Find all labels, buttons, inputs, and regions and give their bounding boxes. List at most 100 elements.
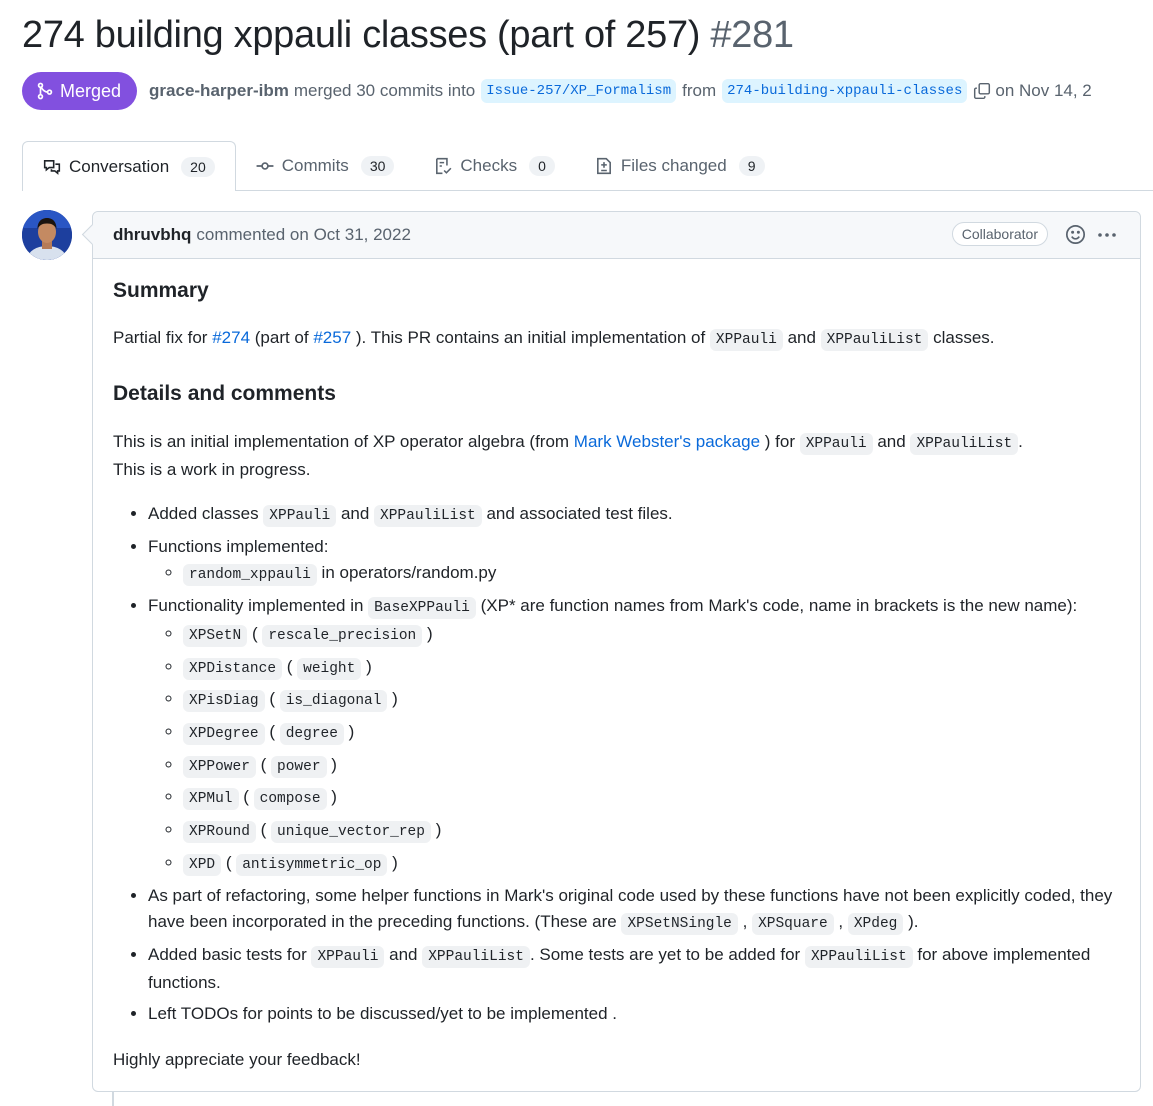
- avatar-image: [22, 210, 72, 260]
- git-commit-icon: [256, 162, 274, 170]
- text: ,: [833, 911, 848, 931]
- comment-timestamp[interactable]: commented on Oct 31, 2022: [196, 225, 411, 245]
- code-xp-name: XPisDiag: [183, 690, 265, 713]
- mapping-item: XPRound ( unique_vector_rep ): [183, 817, 1120, 845]
- merged-state-badge: Merged: [22, 72, 138, 110]
- comment-author-link[interactable]: dhruvbhq: [113, 225, 191, 245]
- code-xppaulilist: XPPauliList: [820, 329, 929, 351]
- code-xppaulilist: XPPauliList: [374, 505, 482, 527]
- tab-files-changed[interactable]: Files changed 9: [575, 142, 785, 190]
- code-xppaulilist: XPPauliList: [804, 945, 913, 968]
- avatar[interactable]: [22, 210, 72, 260]
- timeline-connector: [112, 1092, 114, 1106]
- comment-header: dhruvbhq commented on Oct 31, 2022 Colla…: [93, 212, 1140, 259]
- comment-discussion-icon: [43, 159, 61, 175]
- code-xpdeg: XPdeg: [847, 912, 904, 935]
- code-xppaulilist: XPPauliList: [422, 945, 530, 968]
- details-heading: Details and comments: [113, 382, 336, 405]
- tab-label: Commits: [281, 156, 349, 175]
- list-item: As part of refactoring, some helper func…: [148, 883, 1120, 937]
- file-diff-icon: [596, 157, 611, 175]
- text: and: [336, 504, 375, 523]
- summary-heading: Summary: [113, 279, 209, 302]
- text: and: [384, 944, 423, 964]
- tab-counter: 9: [738, 156, 765, 176]
- text: This is an initial implementation of XP …: [113, 432, 574, 451]
- kebab-horizontal-icon[interactable]: [1096, 224, 1118, 246]
- tab-conversation[interactable]: Conversation 20: [22, 141, 236, 191]
- text: ). This PR contains an initial implement…: [351, 328, 710, 347]
- list-item: Left TODOs for points to be discussed/ye…: [148, 1001, 1120, 1027]
- comment-box: dhruvbhq commented on Oct 31, 2022 Colla…: [92, 211, 1141, 1092]
- summary-paragraph: Partial fix for #274 (part of #257 ). Th…: [113, 325, 1120, 353]
- code-new-name: weight: [297, 657, 362, 680]
- code-xp-name: XPSetN: [183, 625, 248, 647]
- mapping-item: XPDistance ( weight ): [183, 654, 1120, 682]
- text: in operators/random.py: [316, 563, 497, 582]
- tab-label: Checks: [460, 156, 518, 175]
- text: (part of: [250, 328, 314, 347]
- smiley-icon[interactable]: [1065, 224, 1086, 245]
- code-new-name: is_diagonal: [279, 690, 388, 713]
- details-paragraph: This is an initial implementation of XP …: [113, 429, 1120, 483]
- code-xp-name: XPPower: [183, 755, 256, 778]
- text: Functionality implemented in: [148, 596, 369, 615]
- list-item: Functions implemented: random_xppauli in…: [148, 534, 1120, 588]
- text: (XP* are function names from Mark's code…: [475, 596, 1078, 615]
- copy-icon[interactable]: [973, 82, 991, 100]
- tab-checks[interactable]: Checks 0: [414, 142, 574, 190]
- base-branch-link[interactable]: Issue-257/XP_Formalism: [481, 79, 677, 103]
- code-new-name: unique_vector_rep: [271, 821, 431, 844]
- issue-link-274[interactable]: #274: [212, 328, 250, 347]
- text: Partial fix for: [113, 328, 213, 347]
- mapping-item: XPMul ( compose ): [183, 784, 1120, 812]
- code-new-name: compose: [253, 788, 327, 811]
- head-branch-link[interactable]: 274-building-xppauli-classes: [722, 79, 968, 103]
- code-xp-name: XPMul: [183, 788, 239, 811]
- code-new-name: rescale_precision: [262, 625, 423, 647]
- from-text: from: [682, 81, 717, 100]
- function-mapping-list: XPSetN ( rescale_precision ) XPDistance …: [148, 621, 1120, 878]
- tab-counter: 0: [529, 156, 555, 176]
- code-xppauli: XPPauli: [709, 329, 783, 351]
- code-xppaulilist: XPPauliList: [910, 433, 1019, 455]
- mapping-item: XPDegree ( degree ): [183, 719, 1120, 747]
- code-xpsquare: XPSquare: [752, 912, 834, 935]
- code-xp-name: XPDegree: [183, 723, 265, 746]
- mark-webster-package-link[interactable]: Mark Webster's package: [574, 432, 760, 451]
- text: Left TODOs for points to be discussed/ye…: [148, 1003, 618, 1023]
- sub-list: random_xppauli in operators/random.py: [148, 560, 1120, 588]
- text: Added basic tests for: [148, 944, 312, 964]
- mapping-item: XPisDiag ( is_diagonal ): [183, 686, 1120, 714]
- collaborator-badge: Collaborator: [951, 222, 1048, 246]
- tab-counter: 20: [181, 156, 215, 177]
- pr-title: 274 building xppauli classes (part of 25…: [22, 14, 794, 57]
- text: and: [782, 328, 821, 347]
- mapping-item: XPD ( antisymmetric_op ): [183, 850, 1120, 878]
- tab-commits[interactable]: Commits 30: [236, 142, 415, 190]
- text: . Some tests are yet to be added for: [529, 944, 805, 964]
- text: .: [1018, 432, 1023, 451]
- checklist-icon: [436, 157, 452, 175]
- changes-list: Added classes XPPauli and XPPauliList an…: [113, 501, 1120, 1032]
- issue-link-257[interactable]: #257: [313, 328, 351, 347]
- code-xppauli: XPPauli: [311, 945, 385, 968]
- text: classes.: [928, 328, 995, 347]
- code-xp-name: XPD: [183, 853, 222, 876]
- code-xppauli: XPPauli: [263, 505, 337, 527]
- mapping-item: XPPower ( power ): [183, 752, 1120, 780]
- list-item: Functionality implemented in BaseXPPauli…: [148, 593, 1120, 878]
- code-new-name: degree: [279, 723, 344, 746]
- text: and: [872, 432, 911, 451]
- text: ,: [737, 911, 753, 931]
- code-xpsetnsingle: XPSetNSingle: [621, 912, 738, 935]
- closing-paragraph: Highly appreciate your feedback!: [113, 1050, 361, 1069]
- pr-number: #281: [710, 14, 794, 56]
- list-item: Added basic tests for XPPauli and XPPaul…: [148, 942, 1120, 996]
- git-merge-icon: [37, 82, 53, 100]
- pr-author-link[interactable]: grace-harper-ibm: [149, 81, 289, 101]
- code-random-xppauli: random_xppauli: [183, 564, 317, 586]
- tab-label: Files changed: [620, 156, 727, 175]
- text: ).: [903, 911, 919, 931]
- code-xp-name: XPDistance: [183, 657, 283, 680]
